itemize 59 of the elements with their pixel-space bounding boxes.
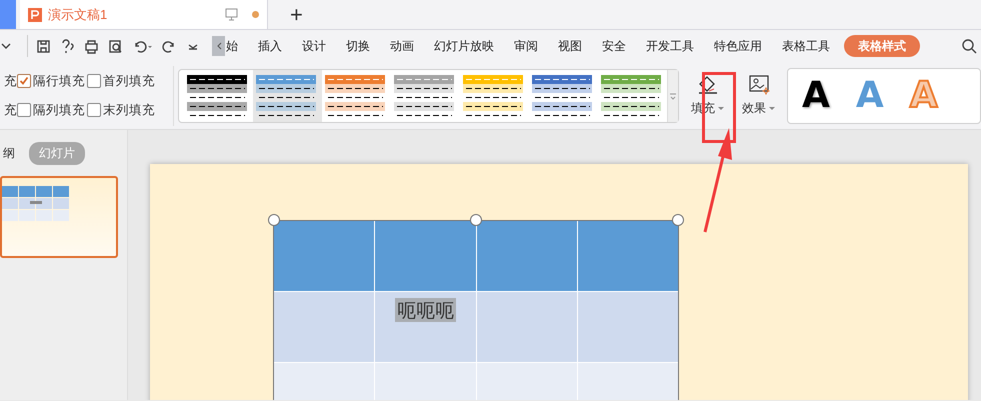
table-cell[interactable] bbox=[274, 221, 374, 291]
paint-bucket-icon bbox=[696, 74, 718, 96]
cell-text: 呃呃呃 bbox=[394, 298, 456, 322]
table-cell[interactable] bbox=[476, 292, 577, 362]
slide-thumbnail[interactable] bbox=[0, 176, 118, 258]
print-icon[interactable] bbox=[84, 38, 99, 54]
checkbox[interactable] bbox=[17, 103, 31, 117]
search-icon[interactable] bbox=[961, 38, 977, 54]
fill-button[interactable]: 填充 bbox=[685, 74, 730, 117]
table-cell[interactable] bbox=[375, 221, 476, 291]
ribbon-tab[interactable]: 视图 bbox=[548, 35, 592, 57]
ribbon-tab[interactable]: 切换 bbox=[336, 35, 380, 57]
caret-icon bbox=[718, 107, 724, 110]
save-icon[interactable] bbox=[36, 38, 51, 54]
ribbon-tab[interactable]: 特色应用 bbox=[704, 35, 772, 57]
table-style-option[interactable] bbox=[253, 70, 322, 122]
panel-tab[interactable]: 纲 bbox=[3, 143, 15, 164]
option-label: 隔列填充 bbox=[33, 102, 85, 118]
ribbon-tab[interactable]: 开发工具 bbox=[636, 35, 704, 57]
ribbon-tab[interactable]: 始 bbox=[225, 35, 248, 57]
option-label: 充 bbox=[4, 102, 17, 118]
table-cell[interactable] bbox=[274, 292, 374, 362]
resize-handle[interactable] bbox=[672, 214, 684, 226]
effect-button[interactable]: 效果 bbox=[736, 74, 781, 117]
option-label: 隔行填充 bbox=[33, 72, 85, 90]
option-label: 末列填充 bbox=[103, 102, 155, 118]
text-style-option[interactable]: A bbox=[802, 76, 830, 116]
table-thumbnail-drawing bbox=[2, 186, 70, 222]
ribbon-tab[interactable]: 审阅 bbox=[504, 35, 548, 57]
table[interactable]: 呃呃呃 bbox=[273, 220, 679, 400]
table-cell[interactable]: 呃呃呃 bbox=[375, 292, 476, 362]
checkbox[interactable] bbox=[87, 103, 101, 117]
option-label: 首列填充 bbox=[103, 72, 155, 90]
ribbon-tab[interactable]: 表格工具 bbox=[772, 35, 840, 57]
highlight-box bbox=[702, 72, 736, 143]
ribbon-tab[interactable]: 动画 bbox=[380, 35, 424, 57]
table-cell[interactable] bbox=[578, 221, 678, 291]
checkbox[interactable] bbox=[17, 74, 31, 88]
monitor-icon bbox=[225, 8, 238, 21]
image-effect-icon bbox=[748, 74, 770, 96]
chevron-left-icon bbox=[214, 41, 222, 51]
caret-icon bbox=[769, 107, 775, 110]
expand-icon bbox=[669, 90, 677, 100]
ribbon-tab[interactable]: 幻灯片放映 bbox=[424, 35, 504, 57]
scroll-left-button[interactable] bbox=[212, 36, 225, 56]
check-icon bbox=[19, 76, 29, 86]
document-title: 演示文稿1 bbox=[48, 6, 108, 24]
checkbox[interactable] bbox=[87, 74, 101, 88]
table-cell[interactable] bbox=[578, 292, 678, 362]
ribbon-tab[interactable]: 安全 bbox=[592, 35, 636, 57]
option-label: 充 bbox=[4, 72, 17, 90]
new-tab-button[interactable]: + bbox=[290, 0, 303, 29]
table-cell[interactable] bbox=[476, 221, 577, 291]
print-preview-icon[interactable] bbox=[108, 38, 123, 54]
ribbon-tab[interactable]: 设计 bbox=[292, 35, 336, 57]
resize-handle[interactable] bbox=[470, 214, 482, 226]
ribbon-tab[interactable]: 插入 bbox=[248, 35, 292, 57]
presentation-icon bbox=[28, 8, 42, 22]
resize-handle[interactable] bbox=[268, 214, 280, 226]
